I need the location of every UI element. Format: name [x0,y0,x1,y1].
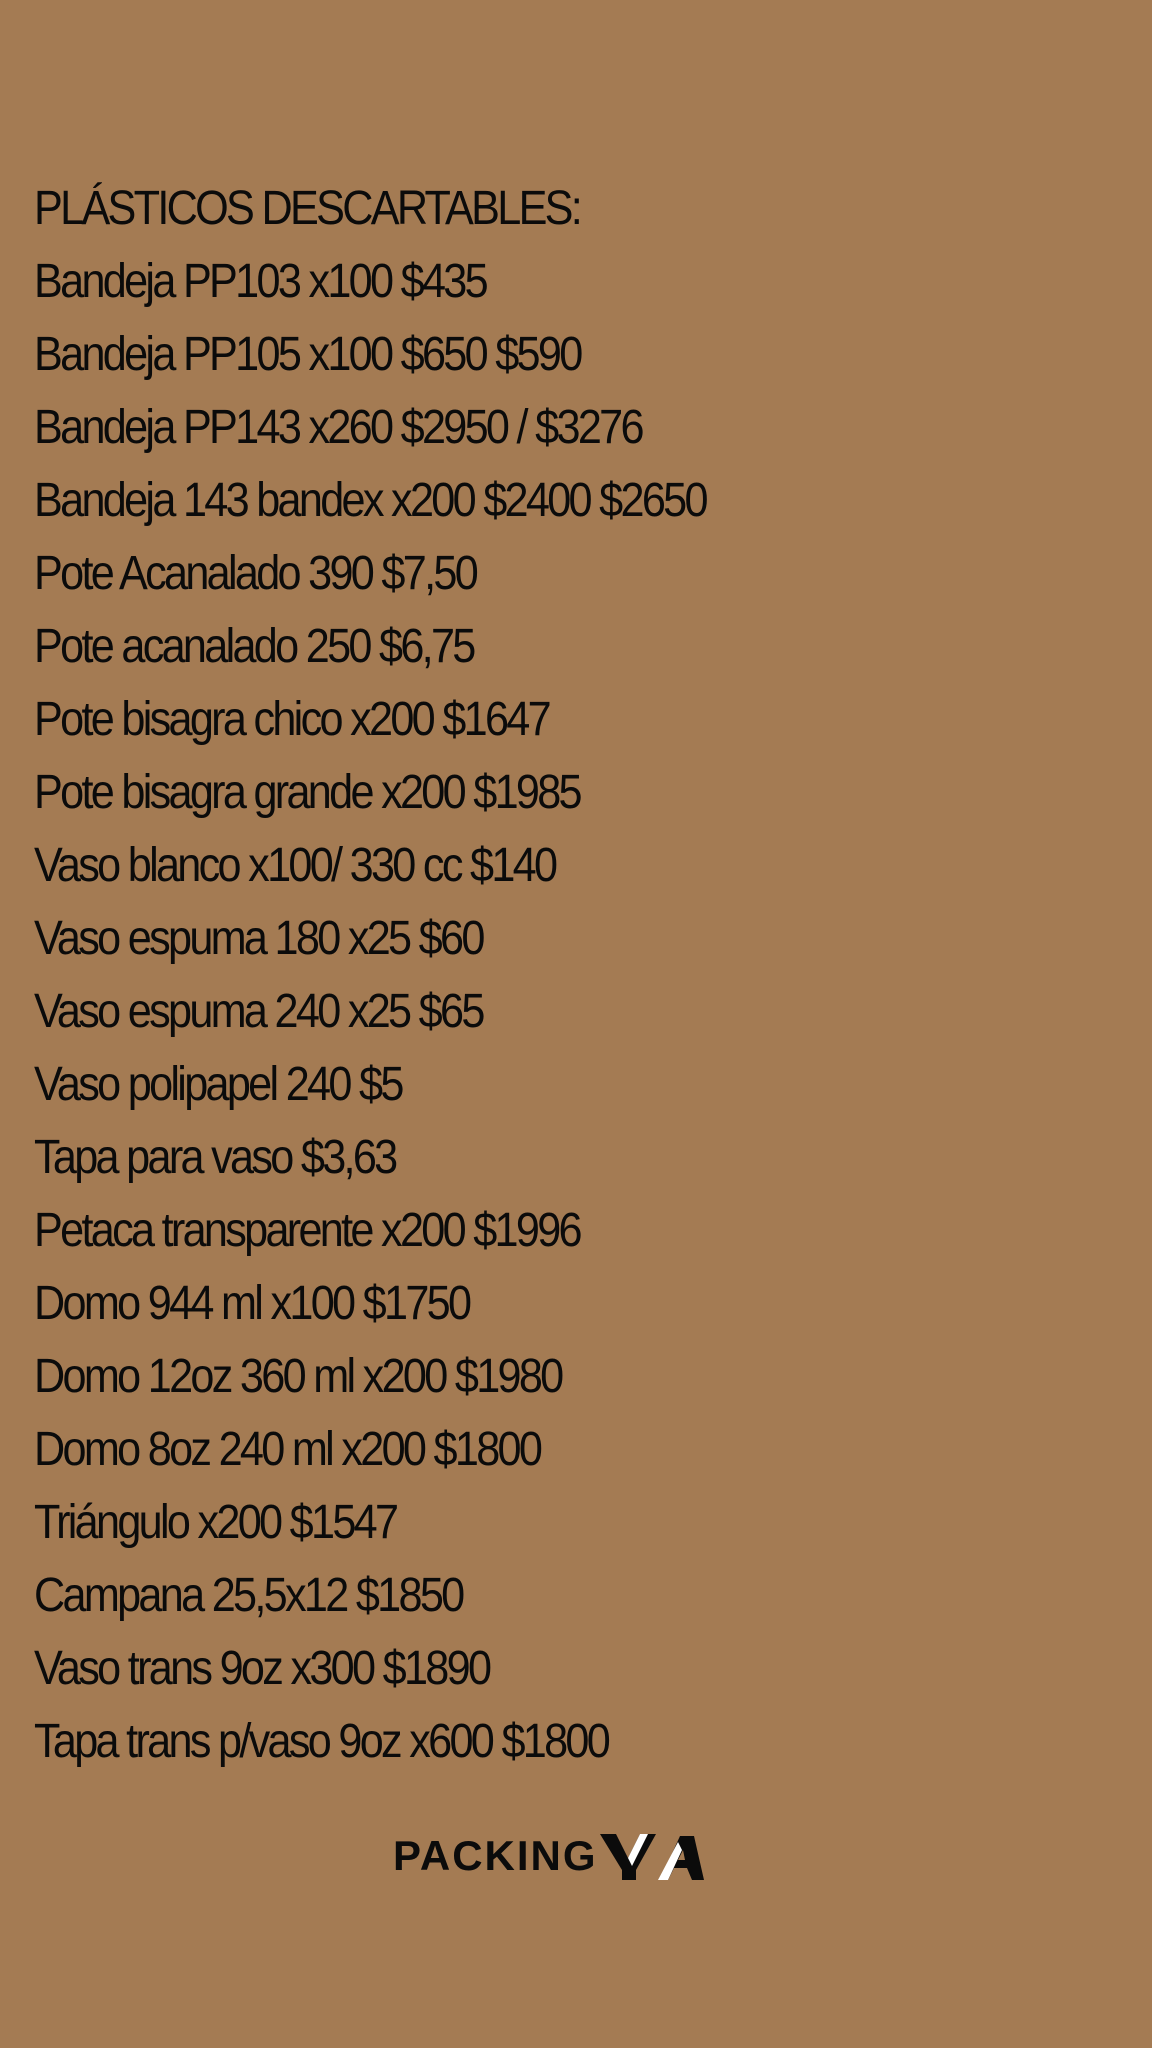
price-item: Vaso polipapel 240 $5 [34,1058,404,1111]
price-item: Petaca transparente x200 $1996 [34,1204,583,1257]
price-item: Bandeja 143 bandex x200 $2400 $2650 [34,474,708,527]
price-item: Bandeja PP103 x100 $435 [34,255,489,308]
price-list: PLÁSTICOS DESCARTABLES: Bandeja PP103 x1… [34,172,1124,1778]
price-item: Pote bisagra chico x200 $1647 [34,693,552,746]
price-item: Vaso blanco x100/ 330 cc $140 [34,839,558,892]
price-item: Vaso espuma 180 x25 $60 [34,912,485,965]
price-item: Triángulo x200 $1547 [34,1496,399,1549]
price-item: Domo 12oz 360 ml x200 $1980 [34,1350,564,1403]
price-item: Domo 944 ml x100 $1750 [34,1277,472,1330]
price-item: Tapa para vaso $3,63 [34,1131,398,1184]
price-item: Bandeja PP105 x100 $650 $590 [34,328,583,381]
price-item: Pote bisagra grande x200 $1985 [34,766,583,819]
price-list-heading: PLÁSTICOS DESCARTABLES: [34,182,583,235]
price-item: Pote acanalado 250 $6,75 [34,620,476,673]
price-item: Domo 8oz 240 ml x200 $1800 [34,1423,543,1476]
price-item: Campana 25,5x12 $1850 [34,1569,465,1622]
price-item: Pote Acanalado 390 $7,50 [34,547,479,600]
ya-logo-icon [599,1834,704,1880]
brand-wordmark: PACKING [393,1832,598,1879]
price-item: Vaso trans 9oz x300 $1890 [34,1642,492,1695]
price-item: Tapa trans p/vaso 9oz x600 $1800 [34,1715,611,1768]
price-item: Bandeja PP143 x260 $2950 / $3276 [34,401,644,454]
brand-logo: PACKING [393,1828,706,1884]
price-item: Vaso espuma 240 x25 $65 [34,985,485,1038]
